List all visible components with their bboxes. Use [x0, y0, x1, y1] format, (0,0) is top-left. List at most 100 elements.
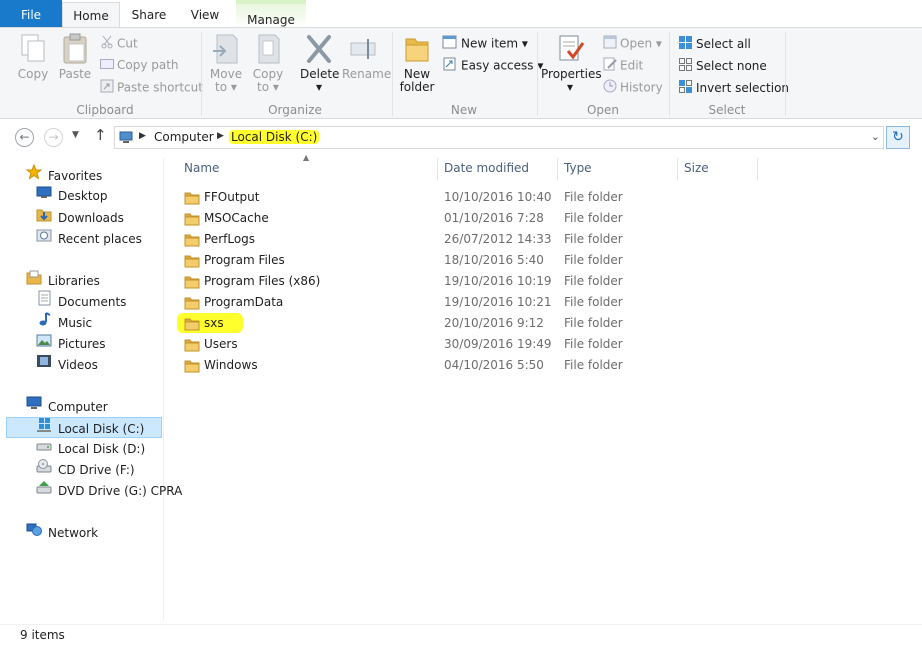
cut-button[interactable]: Cut	[100, 35, 138, 53]
select-none-icon	[678, 57, 693, 76]
tab-file[interactable]: File	[0, 0, 62, 28]
nav-downloads-label: Downloads	[58, 211, 124, 225]
breadcrumb-local-disk-c[interactable]: Local Disk (C:)	[229, 130, 320, 144]
network-globe-icon	[26, 521, 42, 544]
invert-selection-button[interactable]: Invert selection	[678, 79, 789, 98]
file-row[interactable]: FFOutput 10/10/2016 10:40 File folder	[180, 187, 880, 208]
nav-local-disk-c-label: Local Disk (C:)	[58, 422, 145, 436]
nav-documents-label: Documents	[58, 295, 127, 309]
nav-downloads[interactable]: Downloads	[36, 207, 124, 228]
file-row[interactable]: PerfLogs 26/07/2012 14:33 File folder	[180, 229, 880, 250]
paste-shortcut-label: Paste shortcut	[117, 80, 203, 95]
select-none-button[interactable]: Select none	[678, 57, 767, 76]
nav-network[interactable]: Network	[26, 522, 98, 543]
file-row[interactable]: sxs 20/10/2016 9:12 File folder	[180, 313, 880, 334]
paste-shortcut-button[interactable]: Paste shortcut	[100, 79, 203, 97]
nav-libraries[interactable]: Libraries	[26, 270, 100, 291]
file-row[interactable]: ProgramData 19/10/2016 10:21 File folder	[180, 292, 880, 313]
new-item-button[interactable]: New item ▾	[442, 35, 528, 53]
open-icon	[603, 35, 617, 53]
properties-button[interactable]: Properties ▾	[541, 33, 602, 94]
file-row[interactable]: Program Files 18/10/2016 5:40 File folder	[180, 250, 880, 271]
select-all-label: Select all	[696, 37, 751, 51]
file-date-modified: 26/07/2012 14:33	[444, 232, 552, 246]
folder-icon-wrap	[184, 338, 200, 355]
up-arrow-icon[interactable]: ↑	[94, 126, 107, 144]
navigation-bar: ← → ▼ ↑ ▶ Computer ▶ Local Disk (C:) ⌄ ↻	[0, 119, 922, 155]
column-header-name[interactable]: Name	[184, 161, 219, 175]
folder-icon	[184, 339, 200, 352]
column-divider[interactable]	[757, 158, 758, 180]
column-header-date-modified[interactable]: Date modified	[444, 161, 529, 175]
move-to-button[interactable]: Move to ▾	[208, 33, 244, 94]
refresh-icon[interactable]: ↻	[886, 126, 910, 149]
delete-x-icon	[307, 35, 331, 63]
select-group-label: Select	[708, 103, 746, 117]
nav-dvd-drive-g[interactable]: DVD Drive (G:) CPRA	[36, 480, 182, 501]
paste-button[interactable]: Paste	[58, 33, 92, 81]
breadcrumb-chevron-icon[interactable]: ▶	[139, 131, 146, 141]
copy-path-button[interactable]: Copy path	[100, 57, 179, 74]
recent-locations-chevron-icon[interactable]: ▼	[72, 130, 79, 140]
file-type: File folder	[564, 211, 623, 225]
properties-icon	[559, 35, 585, 61]
nav-favorites[interactable]: Favorites	[25, 163, 102, 186]
history-button[interactable]: History	[603, 79, 663, 97]
paste-icon	[63, 33, 87, 64]
file-row[interactable]: Windows 04/10/2016 5:50 File folder	[180, 355, 880, 376]
new-folder-icon	[405, 38, 429, 62]
file-row[interactable]: MSOCache 01/10/2016 7:28 File folder	[180, 208, 880, 229]
file-row[interactable]: Program Files (x86) 19/10/2016 10:19 File …	[180, 271, 880, 292]
tab-view[interactable]: View	[182, 2, 228, 28]
column-divider[interactable]	[677, 158, 678, 180]
column-divider[interactable]	[437, 158, 438, 180]
edit-button[interactable]: Edit	[603, 57, 643, 75]
breadcrumb-computer[interactable]: Computer	[154, 130, 214, 144]
select-all-button[interactable]: Select all	[678, 35, 751, 54]
nav-music[interactable]: Music	[36, 312, 92, 333]
open-button[interactable]: Open ▾	[603, 35, 662, 53]
file-name: Program Files (x86)	[204, 274, 321, 288]
documents-icon	[36, 290, 52, 313]
file-row[interactable]: Users 30/09/2016 19:49 File folder	[180, 334, 880, 355]
nav-recent-places[interactable]: Recent places	[36, 228, 142, 249]
nav-pictures-label: Pictures	[58, 337, 106, 351]
nav-music-label: Music	[58, 316, 93, 330]
nav-cd-drive-f[interactable]: CD Drive (F:)	[36, 459, 135, 480]
file-type: File folder	[564, 358, 623, 372]
easy-access-button[interactable]: Easy access ▾	[442, 57, 543, 75]
copy-button[interactable]: Copy	[16, 33, 50, 81]
tab-home[interactable]: Home	[62, 2, 120, 29]
edit-label: Edit	[620, 58, 644, 73]
history-label: History	[620, 80, 663, 95]
forward-arrow-icon[interactable]: →	[44, 128, 63, 147]
new-folder-button[interactable]: New folder	[398, 33, 436, 94]
file-type: File folder	[564, 337, 623, 351]
file-type: File folder	[564, 316, 623, 330]
nav-documents[interactable]: Documents	[36, 290, 127, 313]
scissors-icon	[100, 35, 114, 53]
nav-local-disk-d[interactable]: Local Disk (D:)	[36, 438, 145, 459]
folder-icon	[184, 213, 200, 226]
address-bar[interactable]: ▶ Computer ▶ Local Disk (C:) ⌄	[114, 126, 884, 149]
breadcrumb-chevron-icon[interactable]: ▶	[217, 131, 224, 141]
address-dropdown-chevron-icon[interactable]: ⌄	[871, 130, 880, 143]
rename-button[interactable]: Rename	[342, 33, 391, 81]
copy-to-button[interactable]: Copy to ▾	[250, 33, 286, 94]
nav-local-disk-c[interactable]: Local Disk (C:)	[6, 417, 162, 438]
folder-icon-wrap	[184, 317, 200, 334]
nav-videos[interactable]: Videos	[36, 354, 98, 375]
move-to-label-2: to	[215, 80, 228, 94]
column-header-type[interactable]: Type	[564, 161, 592, 175]
nav-desktop[interactable]: Desktop	[36, 186, 108, 207]
nav-computer[interactable]: Computer	[26, 396, 108, 417]
copy-to-icon	[258, 34, 280, 64]
delete-button[interactable]: Delete ▾	[300, 33, 339, 94]
back-arrow-icon[interactable]: ←	[15, 128, 34, 147]
tab-share[interactable]: Share	[124, 2, 174, 28]
nav-pictures[interactable]: Pictures	[36, 333, 106, 354]
column-header-size[interactable]: Size	[684, 161, 709, 175]
cd-drive-icon	[36, 458, 52, 481]
tab-manage[interactable]: Manage	[236, 0, 306, 28]
column-divider[interactable]	[557, 158, 558, 180]
